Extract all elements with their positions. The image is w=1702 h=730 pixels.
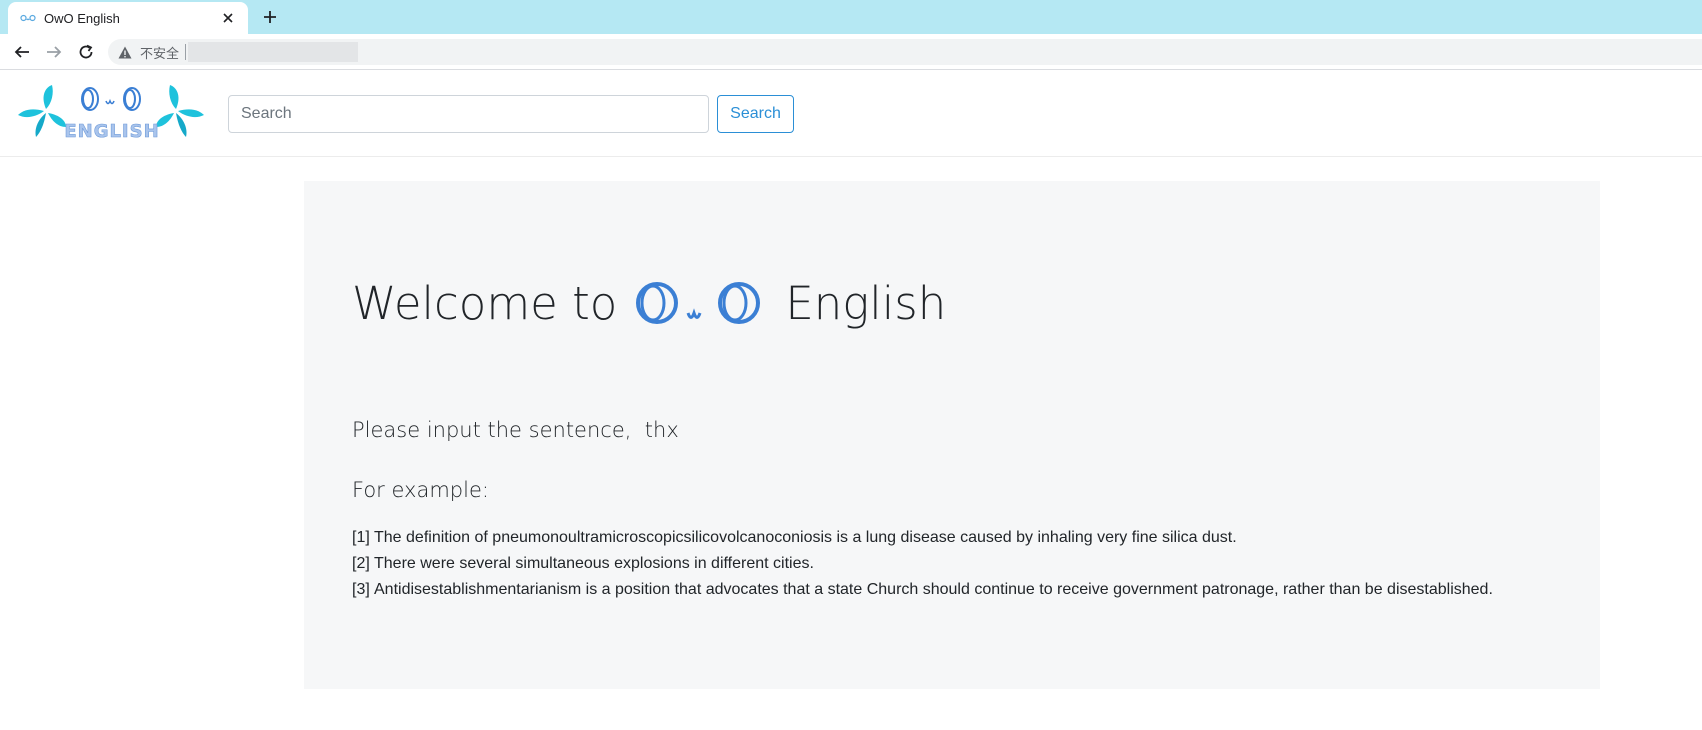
reload-icon[interactable] [74,40,98,64]
welcome-prefix: Welcome to [352,276,618,330]
owo-favicon-icon [20,10,36,26]
browser-tab[interactable]: OwO English [8,2,248,34]
address-divider [185,44,187,60]
address-url-redacted [188,42,359,62]
example-heading: For example: [352,478,489,502]
forward-arrow-icon[interactable] [42,40,66,64]
warning-icon [118,45,132,59]
search-button[interactable]: Search [717,95,794,133]
security-status-label: 不安全 [140,45,180,61]
leaf-cluster-right-icon [156,85,204,137]
search-input[interactable] [228,95,709,133]
browser-toolbar: 不安全 [0,34,1702,70]
example-number: [1] [352,529,370,546]
svg-text:ENGLISH: ENGLISH [64,121,159,141]
welcome-heading: Welcome to English [352,273,946,333]
address-bar[interactable]: 不安全 [108,39,1702,65]
leaf-cluster-left-icon [18,85,66,137]
example-list: [1] The definition of pneumonoultramicro… [352,526,1502,604]
example-number: [2] [352,555,370,572]
browser-tab-strip: OwO English [0,0,1702,34]
tab-title: OwO English [44,10,120,26]
site-header: ENGLISH Search [0,71,1702,157]
example-text: Antidisestablishmentarianism is a positi… [374,581,1493,598]
new-tab-plus-icon[interactable] [258,5,282,29]
owo-mark-icon [81,87,141,111]
owo-logo-icon [636,282,761,324]
back-arrow-icon[interactable] [10,40,34,64]
example-text: The definition of pneumonoultramicroscop… [374,529,1237,546]
example-number: [3] [352,581,370,598]
example-item: [1] The definition of pneumonoultramicro… [352,526,1502,550]
input-prompt: Please input the sentence, thx [352,418,679,442]
example-item: [3] Antidisestablishmentarianism is a po… [352,578,1502,602]
example-item: [2] There were several simultaneous expl… [352,552,1502,576]
example-text: There were several simultaneous explosio… [374,555,814,572]
welcome-panel: Welcome to English Please input the sent… [304,181,1600,689]
welcome-suffix: English [785,276,947,330]
owo-english-logo[interactable]: ENGLISH [16,85,206,141]
close-tab-icon[interactable] [218,8,238,28]
